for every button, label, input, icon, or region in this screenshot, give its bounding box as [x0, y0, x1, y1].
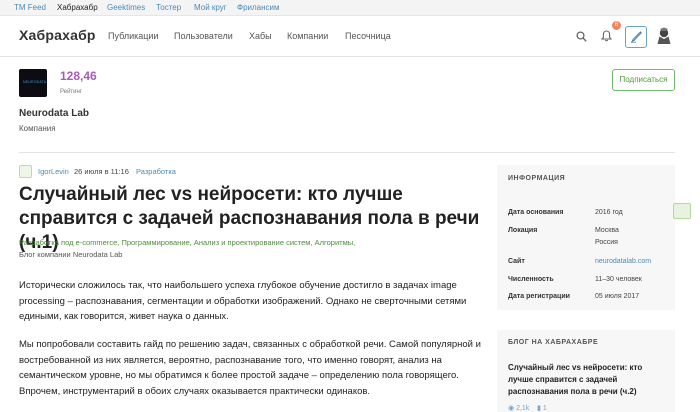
- nav-publications[interactable]: Публикации: [108, 31, 158, 41]
- pen-icon: [631, 31, 642, 43]
- info-key: Сайт: [508, 258, 525, 265]
- post-paragraph: Исторически сложилось так, что наибольше…: [19, 280, 467, 322]
- info-value: Россия: [595, 239, 618, 246]
- post-paragraph: Мы попробовали составить гайд по решению…: [19, 339, 481, 397]
- comments-icon[interactable]: ▮: [537, 405, 541, 412]
- hub-link[interactable]: Анализ и проектирование систем,: [194, 238, 313, 247]
- nav-sandbox[interactable]: Песочница: [345, 31, 391, 41]
- site-logo[interactable]: Хабрахабр: [19, 27, 96, 43]
- nav-companies[interactable]: Компании: [287, 31, 328, 41]
- topbar-link-toster[interactable]: Тостер: [156, 3, 181, 12]
- site-header: Хабрахабр Публикации Пользователи Хабы К…: [0, 17, 700, 57]
- hub-link[interactable]: Алгоритмы,: [315, 238, 356, 247]
- subscribe-button[interactable]: Подписаться: [612, 69, 675, 91]
- info-value: 05 июля 2017: [595, 293, 640, 300]
- hub-link[interactable]: Разработка под e-commerce,: [19, 238, 119, 247]
- company-name[interactable]: Neurodata Lab: [19, 108, 89, 119]
- feedback-widget-icon[interactable]: [673, 203, 691, 219]
- info-value: 2016 год: [595, 209, 623, 216]
- info-value: Москва: [595, 227, 619, 234]
- blog-post-stats: ◉ 2,1k ▮ 1: [508, 404, 547, 412]
- info-key: Численность: [508, 276, 554, 283]
- topbar-link-habrahabr[interactable]: Хабрахабр: [57, 3, 98, 12]
- company-website-link[interactable]: neurodatalab.com: [595, 258, 651, 265]
- views-count: 2,1k: [516, 405, 530, 412]
- views-icon: ◉: [508, 405, 515, 412]
- info-key: Локация: [508, 227, 538, 234]
- hub-link[interactable]: Программирование,: [121, 238, 191, 247]
- nav-users[interactable]: Пользователи: [174, 31, 233, 41]
- blog-panel-title: БЛОГ НА ХАБРАХАБРЕ: [508, 339, 599, 346]
- bell-icon[interactable]: [601, 30, 612, 42]
- company-logo-text: NEURODATA: [23, 80, 47, 84]
- topbar-link-freelansim[interactable]: Фрилансим: [237, 3, 280, 12]
- nav-hubs[interactable]: Хабы: [249, 31, 272, 41]
- info-value: 11–30 человек: [595, 276, 642, 283]
- company-blog-link[interactable]: Блог компании Neurodata Lab: [19, 250, 122, 259]
- search-icon[interactable]: [576, 31, 587, 42]
- post-author[interactable]: IgorLevin: [38, 167, 69, 176]
- rating-label: Рейтинг: [60, 89, 83, 95]
- post-date: 26 июля в 11:16: [74, 167, 129, 176]
- write-post-button[interactable]: [625, 26, 647, 48]
- blog-post-title[interactable]: Случайный лес vs нейросети: кто лучше сп…: [508, 362, 658, 398]
- author-avatar[interactable]: [19, 165, 32, 178]
- post-category[interactable]: Разработка: [136, 167, 176, 176]
- info-key: Дата регистрации: [508, 293, 570, 300]
- user-avatar[interactable]: [656, 27, 672, 45]
- topbar-link-moikrug[interactable]: Мой круг: [194, 3, 227, 12]
- company-logo[interactable]: NEURODATA: [19, 69, 47, 97]
- info-title: ИНФОРМАЦИЯ: [508, 175, 566, 182]
- info-key: Дата основания: [508, 209, 564, 216]
- company-type: Компания: [19, 124, 56, 133]
- company-rating: 128,46: [60, 69, 97, 83]
- services-bar: TM Feed Хабрахабр Geektimes Тостер Мой к…: [0, 0, 700, 16]
- topbar-link-tm-feed[interactable]: TM Feed: [14, 3, 46, 12]
- post-hubs: Разработка под e-commerce, Программирова…: [19, 237, 489, 261]
- notification-badge: 6: [612, 21, 621, 30]
- divider: [19, 152, 675, 153]
- topbar-link-geektimes[interactable]: Geektimes: [107, 3, 145, 12]
- comments-count[interactable]: 1: [543, 405, 547, 412]
- company-info-panel: ИНФОРМАЦИЯ Дата основания 2016 год Локац…: [497, 165, 675, 310]
